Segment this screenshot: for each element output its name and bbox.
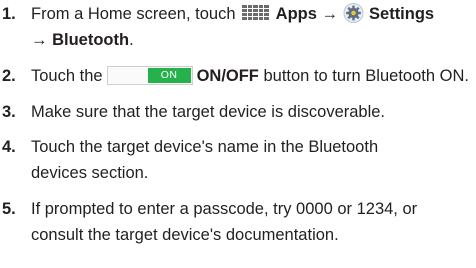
apps-grid-icon xyxy=(242,5,270,22)
bluetooth-path: → Bluetooth xyxy=(31,31,130,49)
step-number: 2. xyxy=(2,67,16,85)
step-text-line2: → Bluetooth. xyxy=(31,27,472,53)
step-number: 3. xyxy=(2,103,16,121)
step-number: 5. xyxy=(2,200,16,218)
step-1-intro: From a Home screen, touch xyxy=(31,5,241,23)
settings-label: Settings xyxy=(369,5,435,23)
step-text-line2: devices section. xyxy=(31,164,149,182)
step-text: Touch the ON ON/OFF button to turn Bluetoo… xyxy=(31,63,472,89)
arrow: → xyxy=(321,5,339,23)
toggle-on-label: ON xyxy=(147,68,191,83)
step-number: 4. xyxy=(2,138,16,156)
step-2-intro: Touch the xyxy=(31,67,103,85)
bluetooth-toggle-icon: ON xyxy=(106,66,193,85)
step-2-tail: button to turn Bluetooth ON. xyxy=(263,67,469,85)
step-text: From a Home screen, touch Apps → Setting… xyxy=(31,1,472,27)
apps-label: Apps xyxy=(275,5,317,23)
instruction-list: 1. From a Home screen, touch Apps → Sett… xyxy=(0,0,476,268)
step-text-line1: Touch the target device's name in the Bl… xyxy=(31,138,379,156)
step-text: Make sure that the target device is disc… xyxy=(31,103,386,121)
step-text-line2: consult the target device's documentatio… xyxy=(31,226,339,244)
step-text-line1: If prompted to enter a passcode, try 000… xyxy=(31,200,418,218)
step-number: 1. xyxy=(2,5,16,23)
onoff-label: ON/OFF xyxy=(196,67,259,85)
period: . xyxy=(129,31,134,49)
settings-gear-icon xyxy=(342,3,365,23)
